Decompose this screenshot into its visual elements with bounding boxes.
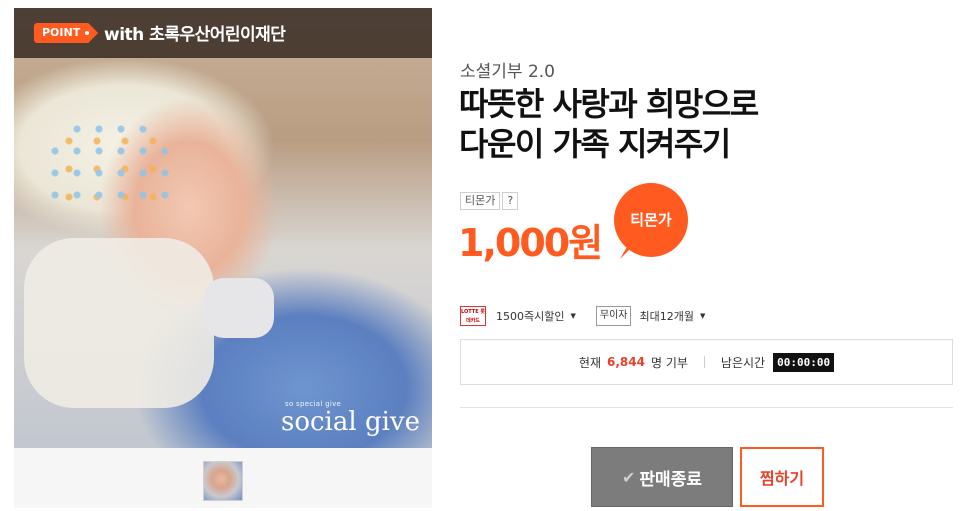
soldout-label: 판매종료 (639, 469, 702, 490)
thumbnail-strip (14, 448, 432, 508)
deal-title: 따뜻한 사랑과 희망으로 다운이 가족 지켜주기 (459, 84, 759, 164)
benefit-row: LOTTE 롯데카드 1500즉시할인 ▼ 무이자 최대12개월 ▼ (460, 306, 705, 326)
photo-hat-pattern (44, 118, 174, 208)
wishlist-label: 찜하기 (759, 469, 805, 488)
price-label-group: 티몬가 ? (460, 192, 519, 210)
muija-badge: 무이자 (595, 306, 632, 326)
countdown-timer: 00:00:00 (773, 352, 835, 372)
current-label: 현재 (578, 355, 602, 370)
donor-suffix: 명 기부 (650, 355, 688, 370)
price-help-button[interactable]: ? (502, 192, 519, 210)
donation-status-box: 현재 6,844 명 기부 남은시간 00:00:00 (460, 339, 953, 385)
price-label: 티몬가 (460, 192, 501, 210)
photo-tube (204, 278, 274, 338)
caret-down-icon[interactable]: ▼ (700, 312, 705, 320)
installment-dropdown[interactable]: 최대12개월 (639, 308, 693, 324)
point-tag-label: POINT (42, 26, 81, 39)
logo-tagline: so special give (285, 400, 342, 408)
deal-title-line1: 따뜻한 사랑과 희망으로 (459, 85, 759, 123)
price-badge: 티몬가 (614, 183, 688, 257)
thumbnail-image[interactable] (203, 461, 243, 501)
photo-pillow (24, 238, 214, 408)
caret-down-icon[interactable]: ▼ (570, 312, 575, 320)
soldout-button[interactable]: ✔ 판매종료 (591, 447, 733, 507)
price-value: 1,000원 (458, 221, 603, 265)
wishlist-button[interactable]: 찜하기 (740, 447, 824, 507)
status-divider (703, 356, 705, 368)
deal-category: 소셜기부 2.0 (460, 62, 555, 82)
tag-hole-icon (85, 31, 89, 35)
remaining-time-label: 남은시간 (720, 355, 766, 370)
check-icon: ✔ (622, 467, 636, 487)
deal-title-line2: 다운이 가족 지켜주기 (459, 125, 731, 163)
lotte-card-icon: LOTTE 롯데카드 (460, 306, 486, 326)
partner-caption: with 초록우산어린이재단 (104, 25, 286, 45)
point-tag: POINT (34, 23, 98, 43)
social-give-logo: so special give social give (281, 400, 420, 436)
product-main-image: POINT with 초록우산어린이재단 so special give soc… (14, 8, 432, 448)
section-divider (460, 407, 953, 408)
logo-wordmark: social give (281, 407, 420, 437)
card-discount-dropdown[interactable]: 1500즉시할인 (496, 308, 564, 324)
donor-count: 6,844 (607, 355, 645, 369)
